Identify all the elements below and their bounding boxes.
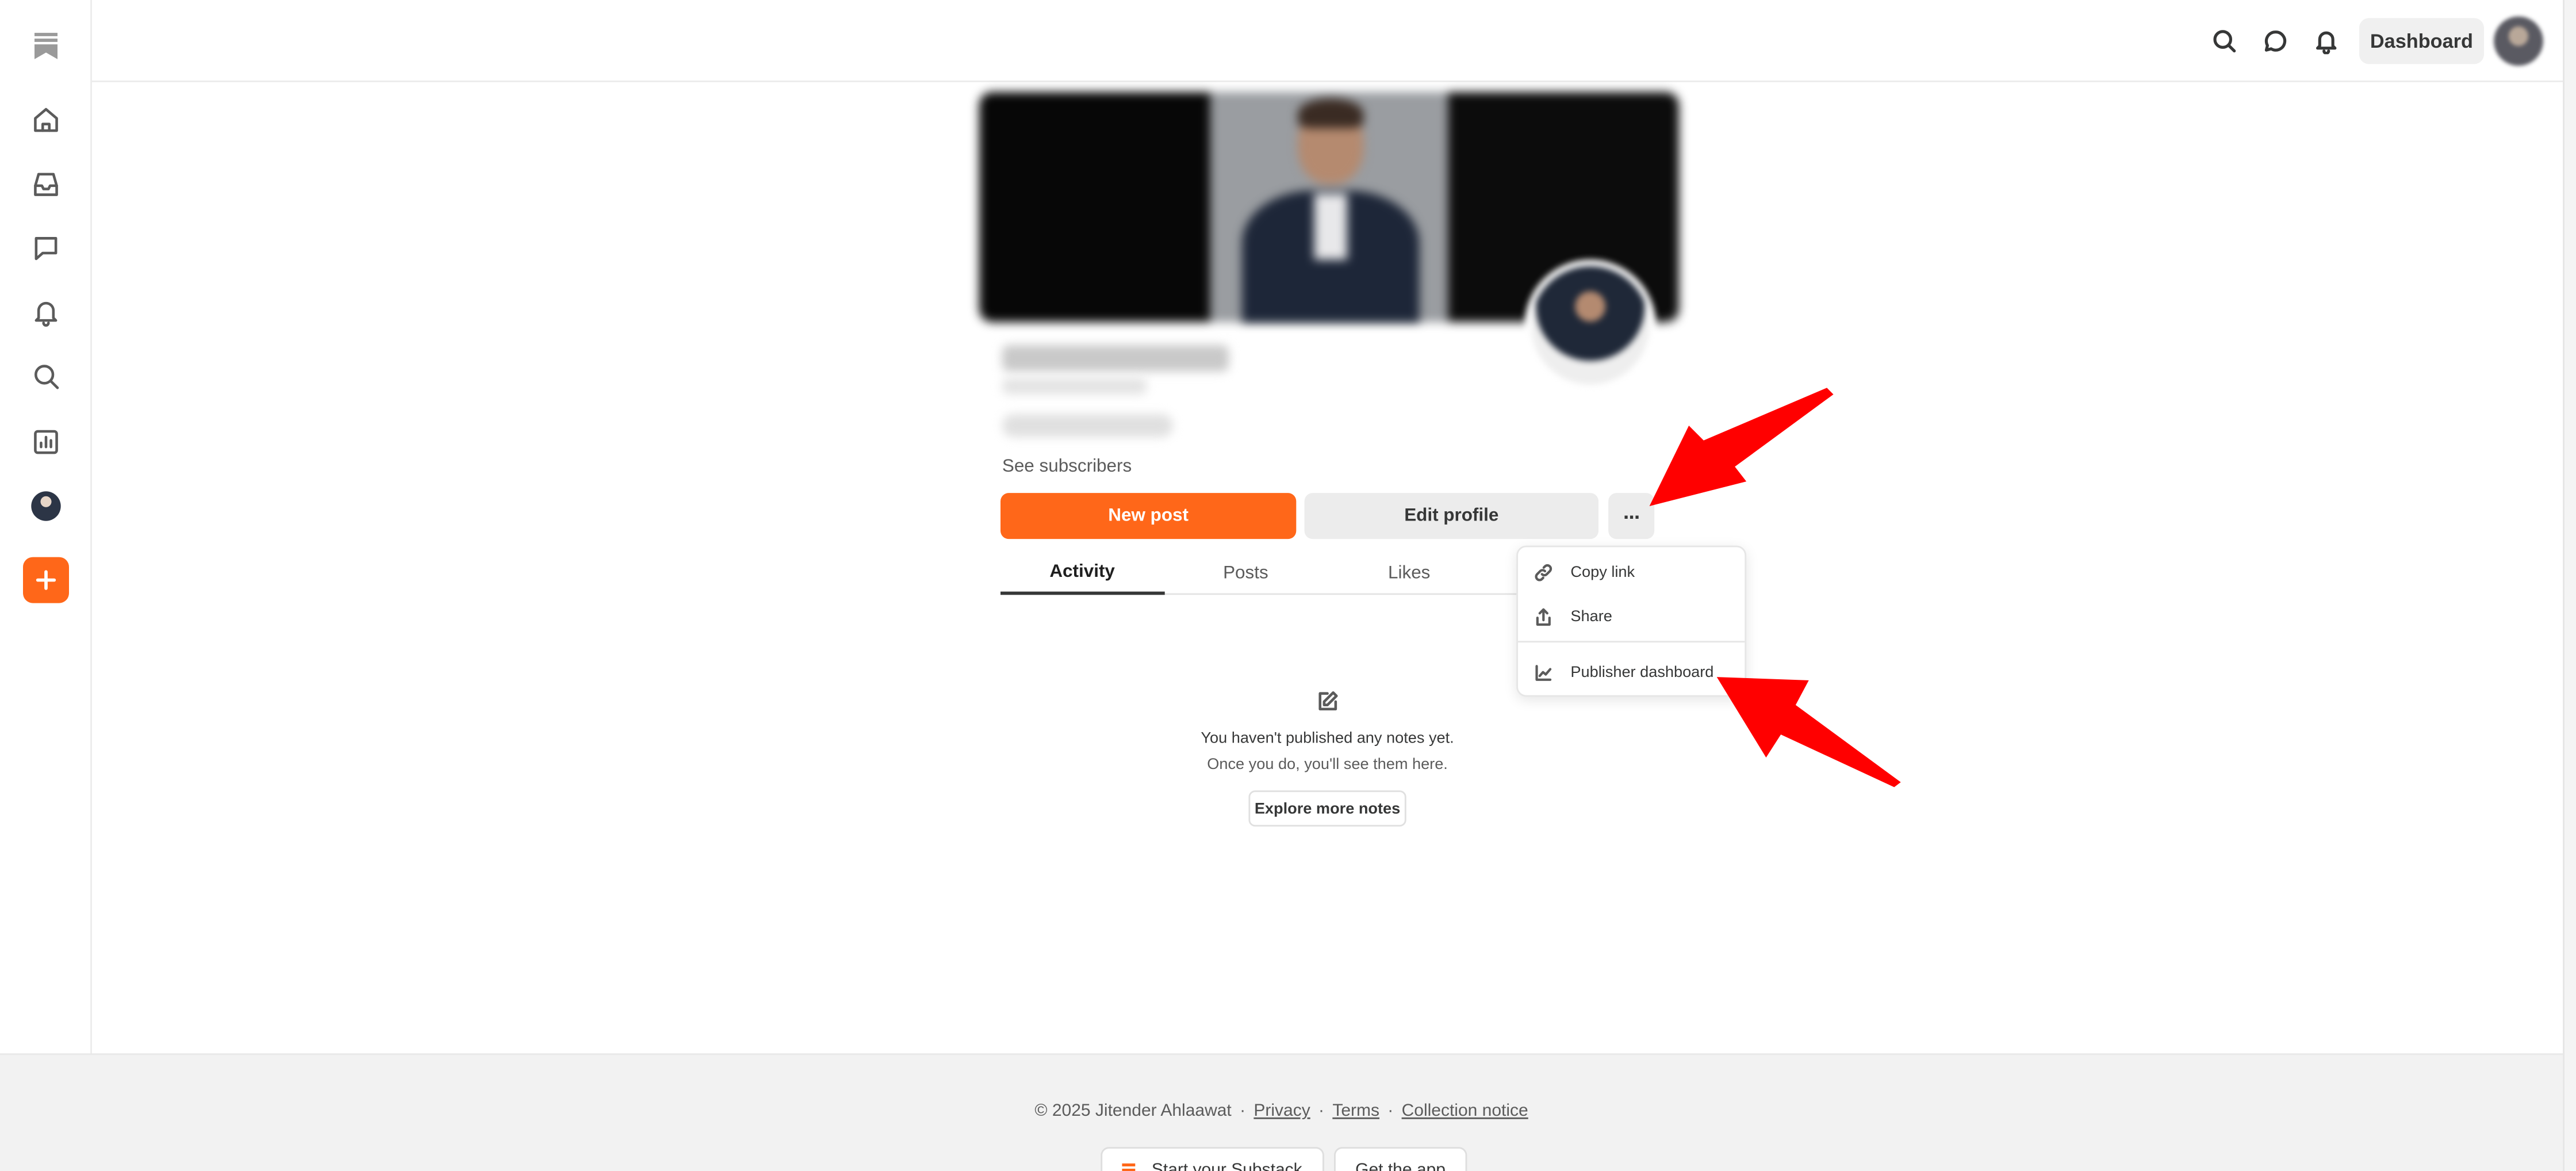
inbox-icon[interactable]	[28, 166, 64, 202]
edit-profile-button[interactable]: Edit profile	[1304, 493, 1598, 539]
start-substack-button[interactable]: Start your Substack	[1101, 1147, 1324, 1171]
footer-separator: ·	[1318, 1101, 1325, 1121]
sidebar	[0, 0, 92, 1054]
more-options-menu: Copy link Share Publisher dashboard	[1516, 545, 1747, 697]
new-post-button[interactable]: New post	[1000, 493, 1297, 539]
share-icon	[1536, 607, 1551, 625]
bell-icon[interactable]	[28, 294, 64, 330]
user-avatar[interactable]	[2494, 16, 2543, 66]
menu-item-copy-link[interactable]: Copy link	[1518, 550, 1745, 593]
menu-item-label: Publisher dashboard	[1570, 663, 1714, 682]
footer-separator: ·	[1387, 1101, 1394, 1121]
menu-item-label: Copy link	[1570, 562, 1635, 581]
menu-item-publisher-dashboard[interactable]: Publisher dashboard	[1518, 650, 1745, 693]
stats-icon[interactable]	[28, 424, 64, 460]
link-icon	[1535, 563, 1552, 581]
empty-state-subtitle: Once you do, you'll see them here.	[1207, 756, 1448, 774]
profile-name-blurred	[1002, 345, 1229, 372]
terms-link[interactable]: Terms	[1332, 1101, 1379, 1120]
menu-divider	[1518, 641, 1745, 643]
chat-icon[interactable]	[28, 230, 64, 266]
create-plus-icon	[36, 570, 56, 590]
search-icon[interactable]	[28, 358, 64, 395]
annotation-arrow-publisher-dashboard	[1716, 677, 1901, 787]
start-substack-label: Start your Substack	[1151, 1160, 1302, 1171]
home-icon[interactable]	[28, 102, 64, 138]
search-icon[interactable]	[2206, 23, 2242, 59]
publication-chip-blurred[interactable]	[1002, 414, 1173, 437]
footer: © 2025 Jitender Ahlaawat · Privacy · Terms · C…	[0, 1053, 2563, 1171]
tab-activity[interactable]: Activity	[1000, 552, 1164, 595]
bookmark-logo-icon[interactable]	[28, 28, 64, 64]
collection-notice-link[interactable]: Collection notice	[1402, 1101, 1528, 1120]
footer-links: © 2025 Jitender Ahlaawat · Privacy · Terms · C…	[0, 1101, 2563, 1120]
annotation-arrow-more-button	[1649, 388, 1834, 506]
profile-handle-blurred	[1002, 378, 1147, 395]
menu-item-label: Share	[1570, 607, 1612, 626]
privacy-link[interactable]: Privacy	[1254, 1101, 1310, 1120]
profile-photo	[1524, 259, 1656, 391]
dashboard-button[interactable]: Dashboard	[2359, 18, 2484, 64]
tab-posts[interactable]: Posts	[1164, 552, 1327, 595]
scrollbar[interactable]	[2563, 0, 2576, 1171]
chat-icon[interactable]	[2257, 23, 2294, 59]
cover-portrait	[1216, 98, 1446, 322]
empty-state-title: You haven't published any notes yet.	[1201, 729, 1454, 748]
get-app-button[interactable]: Get the app	[1334, 1147, 1467, 1171]
see-subscribers-link[interactable]: See subscribers	[1002, 457, 1132, 476]
topbar: Dashboard	[92, 0, 2563, 82]
profile-avatar[interactable]	[31, 491, 61, 521]
tab-likes[interactable]: Likes	[1328, 552, 1491, 595]
compose-note-icon	[1316, 690, 1339, 713]
explore-notes-button[interactable]: Explore more notes	[1248, 790, 1406, 827]
footer-separator: ·	[1240, 1101, 1246, 1121]
bell-icon[interactable]	[2308, 23, 2344, 59]
substack-logo-icon	[1122, 1163, 1136, 1171]
menu-item-share[interactable]: Share	[1518, 595, 1745, 637]
chart-icon	[1535, 664, 1552, 680]
copyright-text: © 2025 Jitender Ahlaawat	[1034, 1101, 1232, 1121]
more-options-button[interactable]: ···	[1608, 493, 1655, 539]
create-button[interactable]	[23, 557, 69, 603]
